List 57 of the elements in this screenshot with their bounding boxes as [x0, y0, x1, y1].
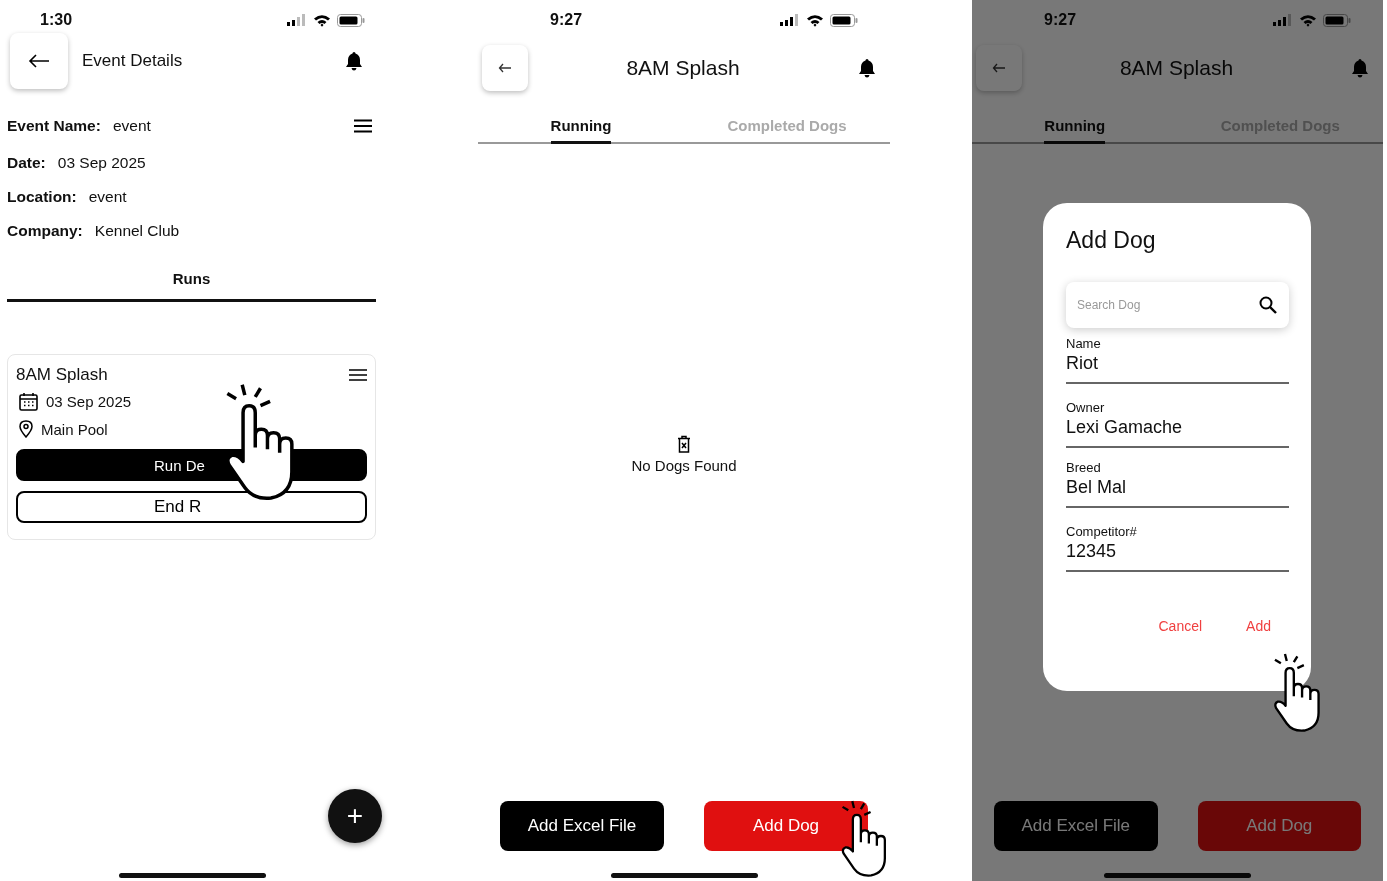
field-label: Breed	[1066, 460, 1102, 475]
run-title: 8AM Splash	[16, 365, 108, 385]
field-value: event	[112, 117, 152, 135]
text-input[interactable]: Lexi Gamache	[1066, 415, 1289, 448]
trash-icon	[677, 435, 691, 453]
status-time: 9:27	[1044, 11, 1077, 29]
field-value: 03 Sep 2025	[57, 154, 147, 172]
dialog-title: Add Dog	[1066, 227, 1157, 254]
battery-icon	[830, 13, 858, 27]
empty-message: No Dogs Found	[631, 457, 737, 474]
field-label: Location:	[7, 188, 77, 206]
status-time: 1:30	[40, 11, 73, 29]
wifi-icon	[1299, 13, 1317, 27]
location-pin-icon	[19, 420, 33, 438]
run-location: Main Pool	[41, 420, 108, 438]
signal-icon	[1273, 14, 1293, 26]
search-input[interactable]: Search Dog	[1075, 297, 1259, 313]
back-button[interactable]	[10, 33, 68, 89]
screen-title: Event Details	[82, 51, 184, 71]
battery-icon	[337, 13, 365, 27]
menu-icon[interactable]	[354, 119, 372, 133]
back-arrow-icon[interactable]	[28, 54, 50, 68]
add-excel-file-button[interactable]: Add Excel File	[500, 801, 664, 851]
tab[interactable]: Running	[972, 100, 1178, 142]
add-fab-button[interactable]: +	[328, 789, 382, 843]
screen-title: 8AM Splash	[1118, 56, 1235, 80]
add-excel-file-button[interactable]: Add Excel File	[994, 801, 1158, 851]
text-input[interactable]: Riot	[1066, 351, 1289, 384]
end-run-button[interactable]: End R	[16, 491, 367, 523]
signal-icon	[780, 14, 800, 26]
battery-icon	[1323, 13, 1351, 27]
search-icon[interactable]	[1259, 296, 1277, 314]
bell-icon[interactable]	[345, 51, 363, 71]
runs-tab[interactable]: Runs	[7, 258, 376, 302]
add-button[interactable]: Add	[1246, 618, 1271, 634]
tab[interactable]: Running	[478, 100, 684, 142]
calendar-icon	[19, 391, 38, 411]
field-label: Date:	[7, 154, 46, 172]
status-time: 9:27	[550, 11, 583, 29]
bell-icon[interactable]	[858, 58, 876, 78]
field-label: Company:	[7, 222, 83, 240]
screen-title: 8AM Splash	[625, 56, 741, 80]
cancel-button[interactable]: Cancel	[1158, 618, 1203, 634]
field-label: Name	[1066, 336, 1102, 351]
menu-icon[interactable]	[349, 369, 367, 381]
wifi-icon	[313, 13, 331, 27]
field-value: Kennel Club	[94, 222, 181, 240]
field-label: Owner	[1066, 400, 1106, 415]
field-label: Competitor#	[1066, 524, 1138, 539]
run-date: 03 Sep 2025	[46, 392, 132, 410]
text-input[interactable]: Bel Mal	[1066, 475, 1289, 508]
field-value: event	[88, 188, 128, 206]
field-label: Event Name:	[7, 117, 101, 135]
wifi-icon	[806, 13, 824, 27]
text-input[interactable]: 12345	[1066, 539, 1289, 572]
back-arrow-icon[interactable]	[498, 63, 512, 73]
signal-icon	[287, 14, 307, 26]
